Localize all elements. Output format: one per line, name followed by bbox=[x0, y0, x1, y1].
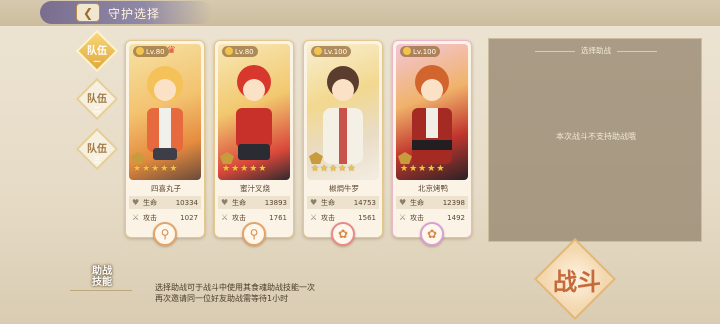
star-icon: ★ bbox=[240, 164, 249, 174]
star-icon: ★ bbox=[347, 164, 356, 174]
magnifier-icon: ⚲ bbox=[160, 227, 170, 241]
level-badge: Lv.80 bbox=[133, 46, 169, 57]
support-message: 本次战斗不支持助战哦 bbox=[556, 132, 636, 141]
sword-icon: ⚔ bbox=[221, 213, 229, 222]
star-icon: ★ bbox=[427, 164, 436, 174]
star-icon: ★ bbox=[160, 164, 169, 174]
back-arrow-icon: ❮ bbox=[82, 5, 94, 20]
level-badge: Lv.100 bbox=[400, 46, 441, 57]
star-icon: ★ bbox=[222, 164, 231, 174]
battle-button-label[interactable]: 战斗 bbox=[553, 262, 601, 297]
crown-icon: ♛ bbox=[167, 45, 176, 56]
character-card-3[interactable]: Lv.100 ★ ★ ★ ★ ★ 椒焗牛罗 ♥ 生命 14753 ⚔ 攻击 1561 bbox=[303, 40, 383, 238]
hp-row: ♥ 生命 14753 bbox=[307, 196, 379, 209]
character-name: 北京烤鸭 bbox=[418, 184, 448, 193]
character-portrait: Lv.100 ★ ★ ★ ★ ★ bbox=[307, 44, 379, 180]
skill-button-4[interactable]: ✿ bbox=[420, 222, 444, 246]
star-icon: ★ bbox=[142, 164, 151, 174]
star-icon: ★ bbox=[169, 164, 178, 174]
heart-icon: ♥ bbox=[399, 198, 407, 207]
flower-icon: ✿ bbox=[337, 227, 349, 241]
character-portrait: Lv.80 ♛ ★ ★ ★ ★ ★ bbox=[129, 44, 201, 180]
star-icon: ★ bbox=[400, 164, 409, 174]
skill-button-3[interactable]: ✿ bbox=[331, 222, 355, 246]
star-icon: ★ bbox=[133, 164, 142, 174]
level-icon bbox=[136, 47, 144, 55]
heart-icon: ♥ bbox=[132, 198, 140, 207]
level-icon bbox=[314, 47, 322, 55]
magnifier-icon: ⚲ bbox=[249, 227, 259, 241]
flower-icon: ✿ bbox=[426, 227, 438, 241]
character-portrait: Lv.100 ★ ★ ★ ★ ★ bbox=[396, 44, 468, 180]
character-card-1[interactable]: Lv.80 ♛ ★ ★ ★ ★ ★ 四喜丸子 ♥ 生命 10334 ⚔ 攻击 1027 bbox=[125, 40, 205, 238]
support-panel: 选择助战 本次战斗不支持助战哦 bbox=[488, 38, 702, 242]
support-header: 选择助战 bbox=[489, 45, 703, 56]
star-icon: ★ bbox=[409, 164, 418, 174]
character-name: 椒焗牛罗 bbox=[329, 184, 359, 193]
character-card-2[interactable]: Lv.80 ★ ★ ★ ★ ★ 蜜汁叉烧 ♥ 生命 13893 ⚔ 攻击 1761 bbox=[214, 40, 294, 238]
tab-team-1-label: 队伍一 bbox=[87, 46, 107, 66]
page-title: 守护选择 bbox=[108, 7, 161, 21]
character-name: 四喜丸子 bbox=[151, 184, 181, 193]
skill-button-2[interactable]: ⚲ bbox=[242, 222, 266, 246]
star-rating: ★ ★ ★ ★ ★ bbox=[133, 164, 177, 174]
back-button[interactable]: ❮ bbox=[76, 3, 100, 22]
character-portrait: Lv.80 ★ ★ ★ ★ ★ bbox=[218, 44, 290, 180]
divider bbox=[70, 290, 132, 291]
star-icon: ★ bbox=[436, 164, 445, 174]
sword-icon: ⚔ bbox=[132, 213, 140, 222]
sword-icon: ⚔ bbox=[399, 213, 407, 222]
hp-row: ♥ 生命 13893 bbox=[218, 196, 290, 209]
level-badge: Lv.80 bbox=[222, 46, 258, 57]
star-icon: ★ bbox=[249, 164, 258, 174]
star-icon: ★ bbox=[311, 164, 320, 174]
star-icon: ★ bbox=[320, 164, 329, 174]
star-icon: ★ bbox=[231, 164, 240, 174]
star-icon: ★ bbox=[329, 164, 338, 174]
star-rating: ★ ★ ★ ★ ★ bbox=[311, 164, 355, 174]
hp-row: ♥ 生命 10334 bbox=[129, 196, 201, 209]
star-icon: ★ bbox=[151, 164, 160, 174]
star-icon: ★ bbox=[258, 164, 267, 174]
star-rating: ★ ★ ★ ★ ★ bbox=[400, 164, 444, 174]
assist-skill-title: 助战 技能 bbox=[92, 266, 112, 288]
skill-button-1[interactable]: ⚲ bbox=[153, 222, 177, 246]
level-badge: Lv.100 bbox=[311, 46, 352, 57]
tab-team-3-label: 队伍三 bbox=[87, 144, 107, 164]
character-name: 蜜汁叉烧 bbox=[240, 184, 270, 193]
star-icon: ★ bbox=[418, 164, 427, 174]
assist-skill-description: 选择助战可于战斗中使用其食魂助战技能一次 再次邀请同一位好友助战需等待1小时 bbox=[155, 283, 315, 303]
tab-team-2-label: 队伍二 bbox=[87, 94, 107, 114]
star-rating: ★ ★ ★ ★ ★ bbox=[222, 164, 266, 174]
level-icon bbox=[225, 47, 233, 55]
heart-icon: ♥ bbox=[310, 198, 318, 207]
hp-row: ♥ 生命 12398 bbox=[396, 196, 468, 209]
character-card-4[interactable]: Lv.100 ★ ★ ★ ★ ★ 北京烤鸭 ♥ 生命 12398 ⚔ 攻击 1492 bbox=[392, 40, 472, 238]
star-icon: ★ bbox=[338, 164, 347, 174]
sword-icon: ⚔ bbox=[310, 213, 318, 222]
heart-icon: ♥ bbox=[221, 198, 229, 207]
level-icon bbox=[403, 47, 411, 55]
